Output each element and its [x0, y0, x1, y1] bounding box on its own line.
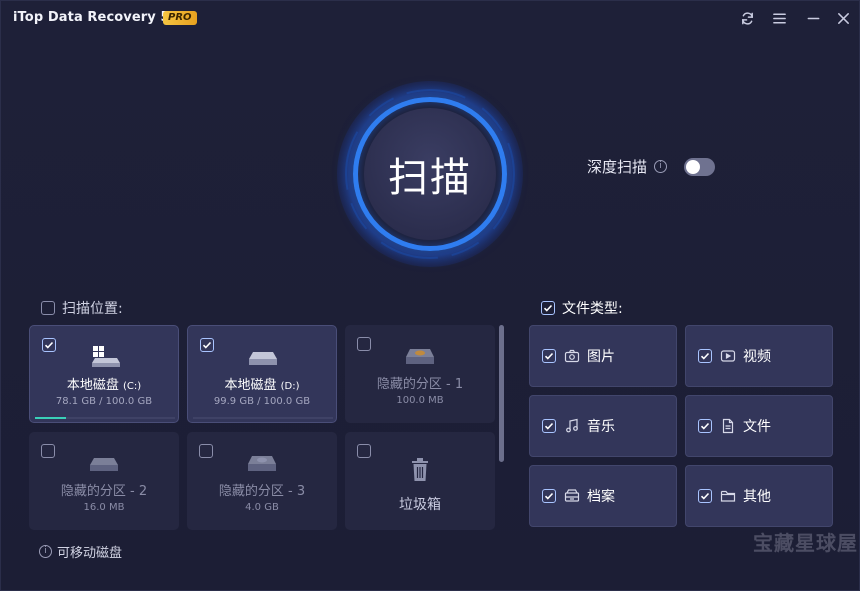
- drive-card-d[interactable]: 本地磁盘 (D:) 99.9 GB / 100.0 GB: [187, 325, 337, 423]
- close-icon: [837, 12, 849, 24]
- file-type-music[interactable]: 音乐: [529, 395, 677, 457]
- drive-name: 本地磁盘: [66, 378, 119, 393]
- drive-list-scrollbar[interactable]: [499, 325, 504, 462]
- file-type-select-all-checkbox[interactable]: [541, 301, 555, 315]
- file-type-label: 图片: [587, 349, 615, 365]
- removable-disk-row[interactable]: i 可移动磁盘: [39, 542, 122, 561]
- minimize-button[interactable]: [803, 8, 823, 28]
- archives-checkbox[interactable]: [542, 489, 556, 503]
- menu-icon: [772, 13, 786, 23]
- drive-d-checkbox[interactable]: [200, 338, 214, 352]
- deep-scan-toggle[interactable]: [684, 158, 715, 176]
- videos-checkbox[interactable]: [698, 349, 712, 363]
- toggle-knob: [686, 160, 700, 174]
- hidden-2-checkbox[interactable]: [41, 444, 55, 458]
- drive-usage-fill: [35, 417, 66, 419]
- file-type-archives[interactable]: 档案: [529, 465, 677, 527]
- scan-location-header: 扫描位置:: [41, 298, 123, 318]
- refresh-icon: [741, 11, 753, 25]
- file-type-label: 视频: [743, 349, 771, 365]
- scan-location-select-all-checkbox[interactable]: [41, 301, 55, 315]
- file-type-label: 档案: [587, 489, 615, 505]
- drive-name: 隐藏的分区 - 2: [60, 484, 148, 499]
- music-icon: [566, 418, 578, 433]
- pro-badge: PRO: [163, 11, 197, 25]
- scan-button-container: 扫描: [337, 81, 523, 267]
- drive-card-hidden-1[interactable]: 隐藏的分区 - 1 100.0 MB: [345, 325, 495, 423]
- scan-button[interactable]: 扫描: [364, 108, 496, 240]
- minimize-icon: [807, 17, 819, 19]
- close-button[interactable]: [833, 8, 853, 28]
- drive-card-hidden-3[interactable]: 隐藏的分区 - 3 4.0 GB: [187, 432, 337, 530]
- hidden-1-checkbox[interactable]: [357, 337, 371, 351]
- drive-size: 99.9 GB / 100.0 GB: [213, 396, 311, 407]
- documents-checkbox[interactable]: [698, 419, 712, 433]
- file-type-videos[interactable]: 视频: [685, 325, 833, 387]
- hidden-partition-icon: [406, 349, 434, 364]
- menu-button[interactable]: [769, 8, 789, 28]
- file-type-images[interactable]: 图片: [529, 325, 677, 387]
- watermark: 宝藏星球屋: [753, 531, 858, 555]
- drive-size: 4.0 GB: [245, 502, 279, 513]
- trash-icon: [412, 458, 428, 481]
- deep-scan-row: 深度扫描 i: [587, 156, 668, 177]
- other-checkbox[interactable]: [698, 489, 712, 503]
- drive-card-recycle-bin[interactable]: 垃圾箱: [345, 432, 495, 530]
- file-type-documents[interactable]: 文件: [685, 395, 833, 457]
- hard-drive-icon: [90, 458, 118, 471]
- camera-icon: [564, 349, 580, 363]
- video-icon: [720, 350, 736, 362]
- drive-name: 垃圾箱: [399, 497, 441, 513]
- archive-icon: [564, 489, 580, 502]
- drive-name: 隐藏的分区 - 1: [376, 377, 464, 392]
- refresh-button[interactable]: [737, 8, 757, 28]
- removable-info-icon: i: [39, 545, 52, 558]
- drive-card-c[interactable]: 本地磁盘 (C:) 78.1 GB / 100.0 GB: [29, 325, 179, 423]
- app-window: iTop Data Recovery 5.0 PRO 扫描 深度扫描 i 扫描位…: [0, 0, 860, 591]
- windows-drive-icon: [92, 346, 120, 367]
- folder-icon: [720, 490, 736, 502]
- hard-drive-icon: [249, 352, 277, 365]
- drive-c-checkbox[interactable]: [42, 338, 56, 352]
- file-type-header: 文件类型:: [541, 298, 623, 318]
- file-type-label: 文件类型:: [562, 301, 623, 317]
- recycle-bin-checkbox[interactable]: [357, 444, 371, 458]
- file-type-label: 其他: [743, 489, 771, 505]
- drive-letter: (C:): [123, 381, 142, 392]
- file-type-label: 文件: [743, 419, 771, 435]
- drive-usage-bar: [193, 417, 333, 419]
- hidden-partition-icon: [248, 456, 276, 471]
- scan-location-label: 扫描位置:: [62, 301, 123, 317]
- document-icon: [722, 418, 734, 434]
- title-bar: iTop Data Recovery 5.0 PRO: [1, 1, 859, 35]
- images-checkbox[interactable]: [542, 349, 556, 363]
- removable-disk-label: 可移动磁盘: [57, 546, 123, 561]
- deep-scan-info-icon[interactable]: i: [654, 160, 668, 173]
- scan-label: 扫描: [388, 155, 472, 201]
- drive-name: 本地磁盘: [224, 378, 277, 393]
- file-type-label: 音乐: [587, 419, 615, 435]
- hidden-3-checkbox[interactable]: [199, 444, 213, 458]
- deep-scan-label: 深度扫描: [587, 158, 648, 176]
- drive-size: 16.0 MB: [83, 502, 125, 513]
- drive-name: 隐藏的分区 - 3: [218, 484, 306, 499]
- drive-card-hidden-2[interactable]: 隐藏的分区 - 2 16.0 MB: [29, 432, 179, 530]
- drive-size: 78.1 GB / 100.0 GB: [55, 396, 153, 407]
- drive-letter: (D:): [280, 381, 300, 392]
- app-title: iTop Data Recovery 5.0: [13, 10, 184, 25]
- drive-usage-bar: [35, 417, 175, 419]
- drive-size: 100.0 MB: [396, 395, 444, 406]
- file-type-other[interactable]: 其他: [685, 465, 833, 527]
- music-checkbox[interactable]: [542, 419, 556, 433]
- drive-list: 本地磁盘 (C:) 78.1 GB / 100.0 GB 本地磁盘 (D:) 9…: [29, 325, 507, 530]
